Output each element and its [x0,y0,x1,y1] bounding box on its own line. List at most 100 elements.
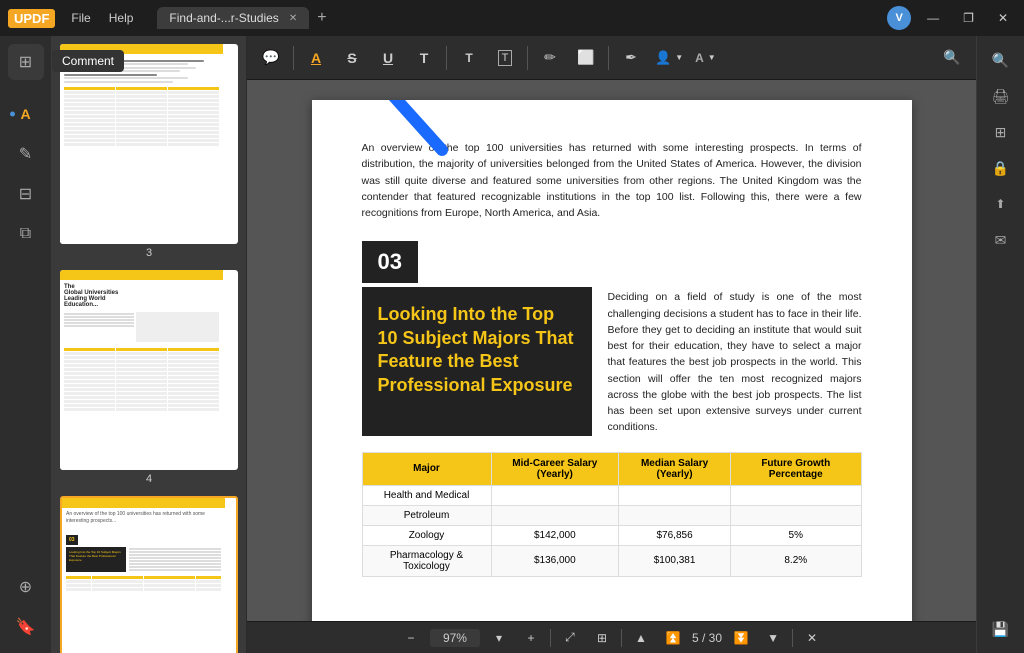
comment-tool-button[interactable]: 💬 [255,42,287,74]
right-search-button[interactable]: 🔍 [985,44,1017,76]
sidebar-icon-highlight[interactable]: A [8,96,44,132]
pencil-button[interactable]: ✏ [534,42,566,74]
close-button[interactable]: ✕ [990,7,1016,29]
underline-icon: U [383,50,393,66]
cell-mid-3: $142,000 [491,525,619,545]
table-row: Petroleum [362,505,861,525]
thumbnail-label-3: 3 [60,244,238,262]
right-save-button[interactable]: 💾 [985,613,1017,645]
sidebar-icon-edit[interactable]: ✎ [8,136,44,172]
thumbnail-page-5[interactable]: An overview of the top 100 universities … [60,496,238,653]
edit-icon: ✎ [19,144,32,164]
fit-width-button[interactable]: ⤢ [557,625,583,651]
zoom-dropdown-button[interactable]: ▾ [486,625,512,651]
mail-icon: ✉ [995,232,1007,249]
chevron-down-icon2: ▼ [767,631,779,645]
dropdown-arrow-icon2: ▼ [708,53,716,62]
page-separator: / [702,631,709,645]
minimize-button[interactable]: — [919,7,947,29]
double-chevron-up-icon: ⏫ [665,631,680,645]
fit-width-icon: ⤢ [565,630,575,645]
tab-close-button[interactable]: ✕ [289,13,297,24]
organize-icon: ⊟ [19,184,32,204]
text-color-icon: T [420,50,429,66]
fit-page-button[interactable]: ⊞ [589,625,615,651]
stamp-dropdown[interactable]: A ▼ [691,49,720,67]
fit-page-icon: ⊞ [597,631,607,645]
thumbnail-page-3[interactable]: 3 [60,44,238,262]
thumbnail-page-4[interactable]: TheGlobal UniversitiesLeading WorldEduca… [60,270,238,488]
window-controls: V — ❐ ✕ [887,6,1016,30]
table-row: Pharmacology & Toxicology $136,000 $100,… [362,545,861,576]
bottom-separator-3 [792,629,793,647]
stamp-icon: A [695,51,704,65]
highlight-tool-button[interactable]: A [300,42,332,74]
user-stamp-dropdown[interactable]: 👤 ▼ [651,48,687,68]
search-button[interactable]: 🔍 [936,42,968,74]
right-mail-button[interactable]: ✉ [985,224,1017,256]
zoom-in-icon: + [527,631,534,645]
strikethrough-icon: S [347,50,356,66]
sidebar-icon-bookmark[interactable]: 🔖 [8,609,44,645]
left-sidebar: Comment ⊞ A ✎ ⊟ ⧉ ⊕ 🔖 [0,36,52,653]
user-icon: 👤 [655,50,671,66]
menu-file[interactable]: File [63,7,98,29]
prev-page-fast-button[interactable]: ⏫ [660,625,686,651]
sidebar-icon-layers[interactable]: ⊕ [8,569,44,605]
comment-icon: 💬 [262,49,279,66]
right-lock-button[interactable]: 🔒 [985,152,1017,184]
right-share-button[interactable]: ⬆ [985,188,1017,220]
right-print-button[interactable]: 🖨 [985,80,1017,112]
table-header-growth: Future Growth Percentage [731,452,861,485]
cell-grow-4: 8.2% [731,545,861,576]
cell-grow-3: 5% [731,525,861,545]
chevron-down-icon: ▾ [496,631,502,645]
menu-help[interactable]: Help [101,7,142,29]
user-avatar[interactable]: V [887,6,911,30]
zoom-in-button[interactable]: + [518,625,544,651]
underline-button[interactable]: U [372,42,404,74]
typewriter-button[interactable]: T [453,42,485,74]
next-page-fast-button[interactable]: ⏬ [728,625,754,651]
toolbar-separator-2 [446,46,447,70]
cell-med-1 [619,485,731,505]
total-pages: 30 [709,631,722,645]
shape-button[interactable]: ⬜ [570,42,602,74]
bookmark-icon: 🔖 [16,617,36,637]
toolbar-separator-4 [608,46,609,70]
cell-mid-2 [491,505,619,525]
next-page-button[interactable]: ▼ [760,625,786,651]
section-block: Looking Into the Top 10 Subject Majors T… [362,287,862,435]
current-page[interactable]: 5 [692,631,699,645]
pages-icon: ⊞ [19,52,32,72]
salary-table: Major Mid-Career Salary (Yearly) Median … [362,452,862,577]
textbox-button[interactable]: T [489,42,521,74]
add-tab-button[interactable]: + [309,7,334,29]
pdf-viewport[interactable]: An overview of the top 100 universities … [247,80,976,621]
pen-tool-button[interactable]: ✒ [615,42,647,74]
save-icon: 💾 [992,621,1009,638]
sidebar-icon-export[interactable]: ⧉ [8,216,44,252]
text-color-button[interactable]: T [408,42,440,74]
bottom-bar: − 97% ▾ + ⤢ ⊞ ▲ ⏫ 5 [247,621,976,653]
maximize-button[interactable]: ❐ [955,7,982,29]
right-ocr-button[interactable]: ⊞ [985,116,1017,148]
zoom-out-icon: − [407,631,414,645]
cell-mid-4: $136,000 [491,545,619,576]
prev-page-button[interactable]: ▲ [628,625,654,651]
cell-grow-2 [731,505,861,525]
zoom-out-button[interactable]: − [398,625,424,651]
close-bottom-button[interactable]: ✕ [799,625,825,651]
table-header-median: Median Salary (Yearly) [619,452,731,485]
dropdown-arrow-icon: ▼ [675,53,683,62]
zoom-level[interactable]: 97% [430,629,480,647]
section-number: 03 [362,241,418,283]
strikethrough-button[interactable]: S [336,42,368,74]
right-sidebar: 🔍 🖨 ⊞ 🔒 ⬆ ✉ 💾 [976,36,1024,653]
chevron-up-icon: ▲ [635,631,647,645]
sidebar-icon-organize[interactable]: ⊟ [8,176,44,212]
table-header-midcareer: Mid-Career Salary (Yearly) [491,452,619,485]
sidebar-icon-pages[interactable]: ⊞ [8,44,44,80]
active-tab[interactable]: Find-and-...r-Studies ✕ [157,7,309,29]
page-indicator: 5 / 30 [692,631,722,645]
